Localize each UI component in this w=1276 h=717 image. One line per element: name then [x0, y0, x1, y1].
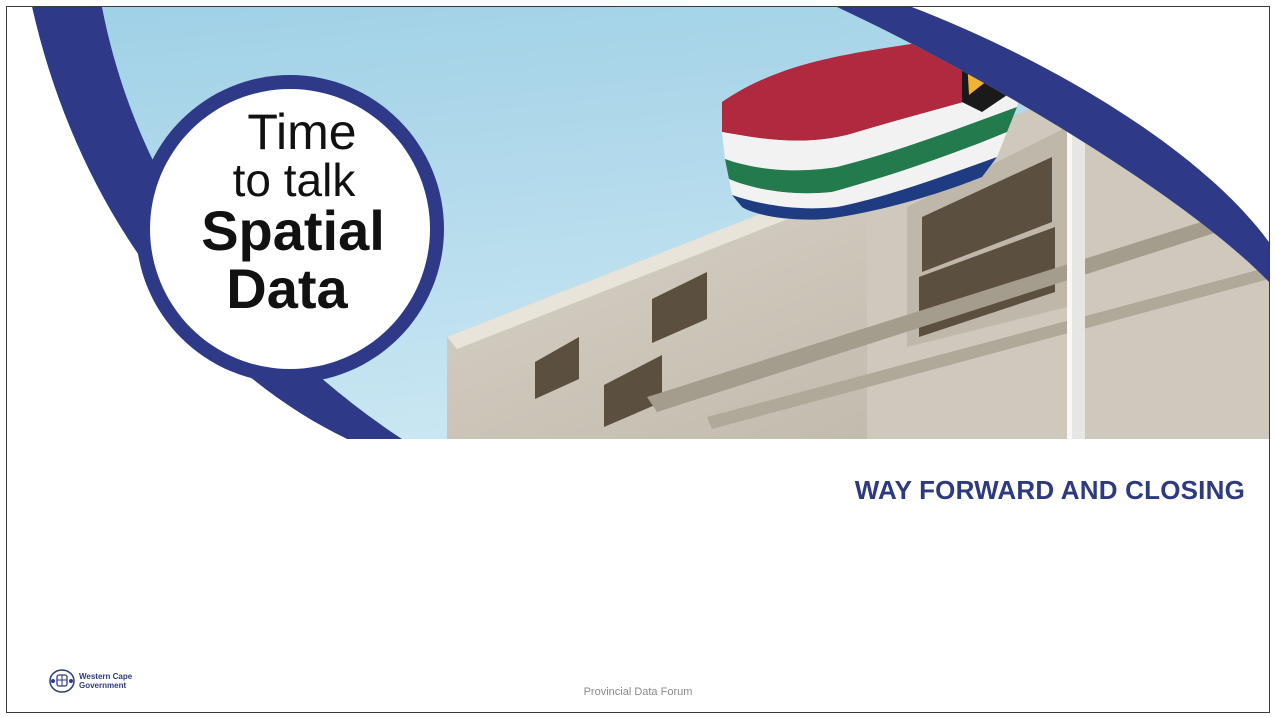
- section-title: WAY FORWARD AND CLOSING: [854, 475, 1245, 505]
- logo-line-1: Western Cape: [79, 672, 133, 681]
- badge-line-time: Time: [247, 104, 357, 160]
- badge-line-data: Data: [226, 257, 348, 320]
- badge-line-to-talk: to talk: [232, 154, 356, 206]
- badge-line-spatial: Spatial: [201, 199, 385, 262]
- badge-text: Time to talk Spatial Data: [167, 105, 417, 317]
- footer-event-name: Provincial Data Forum: [583, 686, 693, 698]
- slide: Time to talk Spatial Data WAY FORWARD AN…: [6, 6, 1270, 713]
